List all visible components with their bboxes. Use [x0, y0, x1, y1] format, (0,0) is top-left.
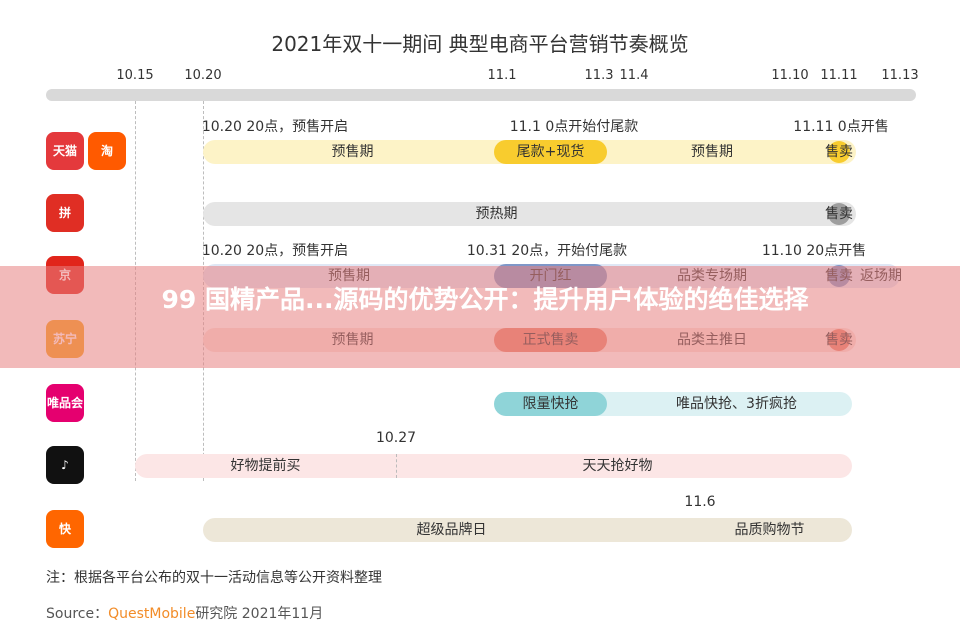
date-label: 11.11: [820, 68, 858, 83]
segment-label: 好物提前买: [230, 458, 301, 474]
segment-label: 天天抢好物: [582, 458, 653, 474]
segment-label: 超级品牌日: [416, 522, 487, 538]
date-label: 11.1: [487, 68, 517, 83]
date-label: 11.10: [771, 68, 809, 83]
segment-label: 品质购物节: [734, 522, 805, 538]
date-label: 10.20: [184, 68, 222, 83]
date-label: 11.13: [881, 68, 919, 83]
segment-label: 预热期: [475, 206, 518, 222]
chart-source: Source：QuestMobile研究院 2021年11月: [46, 603, 323, 623]
segment-label: 预售期: [691, 144, 733, 160]
segment-label: 预售期: [331, 144, 374, 160]
segment-divider: [396, 454, 397, 478]
segment-label: 限量快抢: [522, 396, 579, 412]
row-annotation: 11.10 20点开售: [761, 243, 867, 259]
watermark-banner-text: 99 国精产品...源码的优势公开：提升用户体验的绝佳选择: [161, 285, 809, 314]
row-annotation: 10.31 20点，开始付尾款: [466, 243, 628, 259]
segment-label: 唯品快抢、3折疯抢: [676, 396, 797, 412]
row-annotation: 11.6: [684, 494, 716, 510]
source-brand: QuestMobile: [108, 606, 196, 622]
row-bar: [203, 202, 856, 226]
platform-logo-icon: 快: [46, 510, 84, 548]
date-label: 11.3: [584, 68, 614, 83]
row-annotation: 10.20 20点，预售开启: [201, 243, 349, 259]
row-annotation: 10.20 20点，预售开启: [201, 119, 349, 135]
segment-label: 售卖: [825, 144, 853, 160]
date-label: 11.4: [619, 68, 649, 83]
platform-logo-icon: 唯品会: [46, 384, 84, 422]
chart-note: 注：根据各平台公布的双十一活动信息等公开资料整理: [46, 570, 382, 586]
row-annotation: 11.11 0点开售: [793, 119, 889, 135]
segment-label: 尾款+现货: [516, 144, 585, 160]
timeline-bar: [46, 89, 916, 101]
platform-logo-icon: ♪: [46, 446, 84, 484]
date-label: 10.15: [116, 68, 154, 83]
platform-logo-icon: 天猫: [46, 132, 84, 170]
source-suffix: 研究院 2021年11月: [195, 606, 324, 622]
segment-label: 售卖: [825, 206, 853, 222]
row-annotation: 11.1 0点开始付尾款: [509, 119, 639, 135]
platform-logo-icon: 淘: [88, 132, 126, 170]
source-prefix: Source：: [46, 606, 109, 622]
platform-logo-icon: 拼: [46, 194, 84, 232]
row-annotation: 10.27: [375, 430, 417, 446]
chart-title: 2021年双十一期间 典型电商平台营销节奏概览: [271, 32, 689, 56]
